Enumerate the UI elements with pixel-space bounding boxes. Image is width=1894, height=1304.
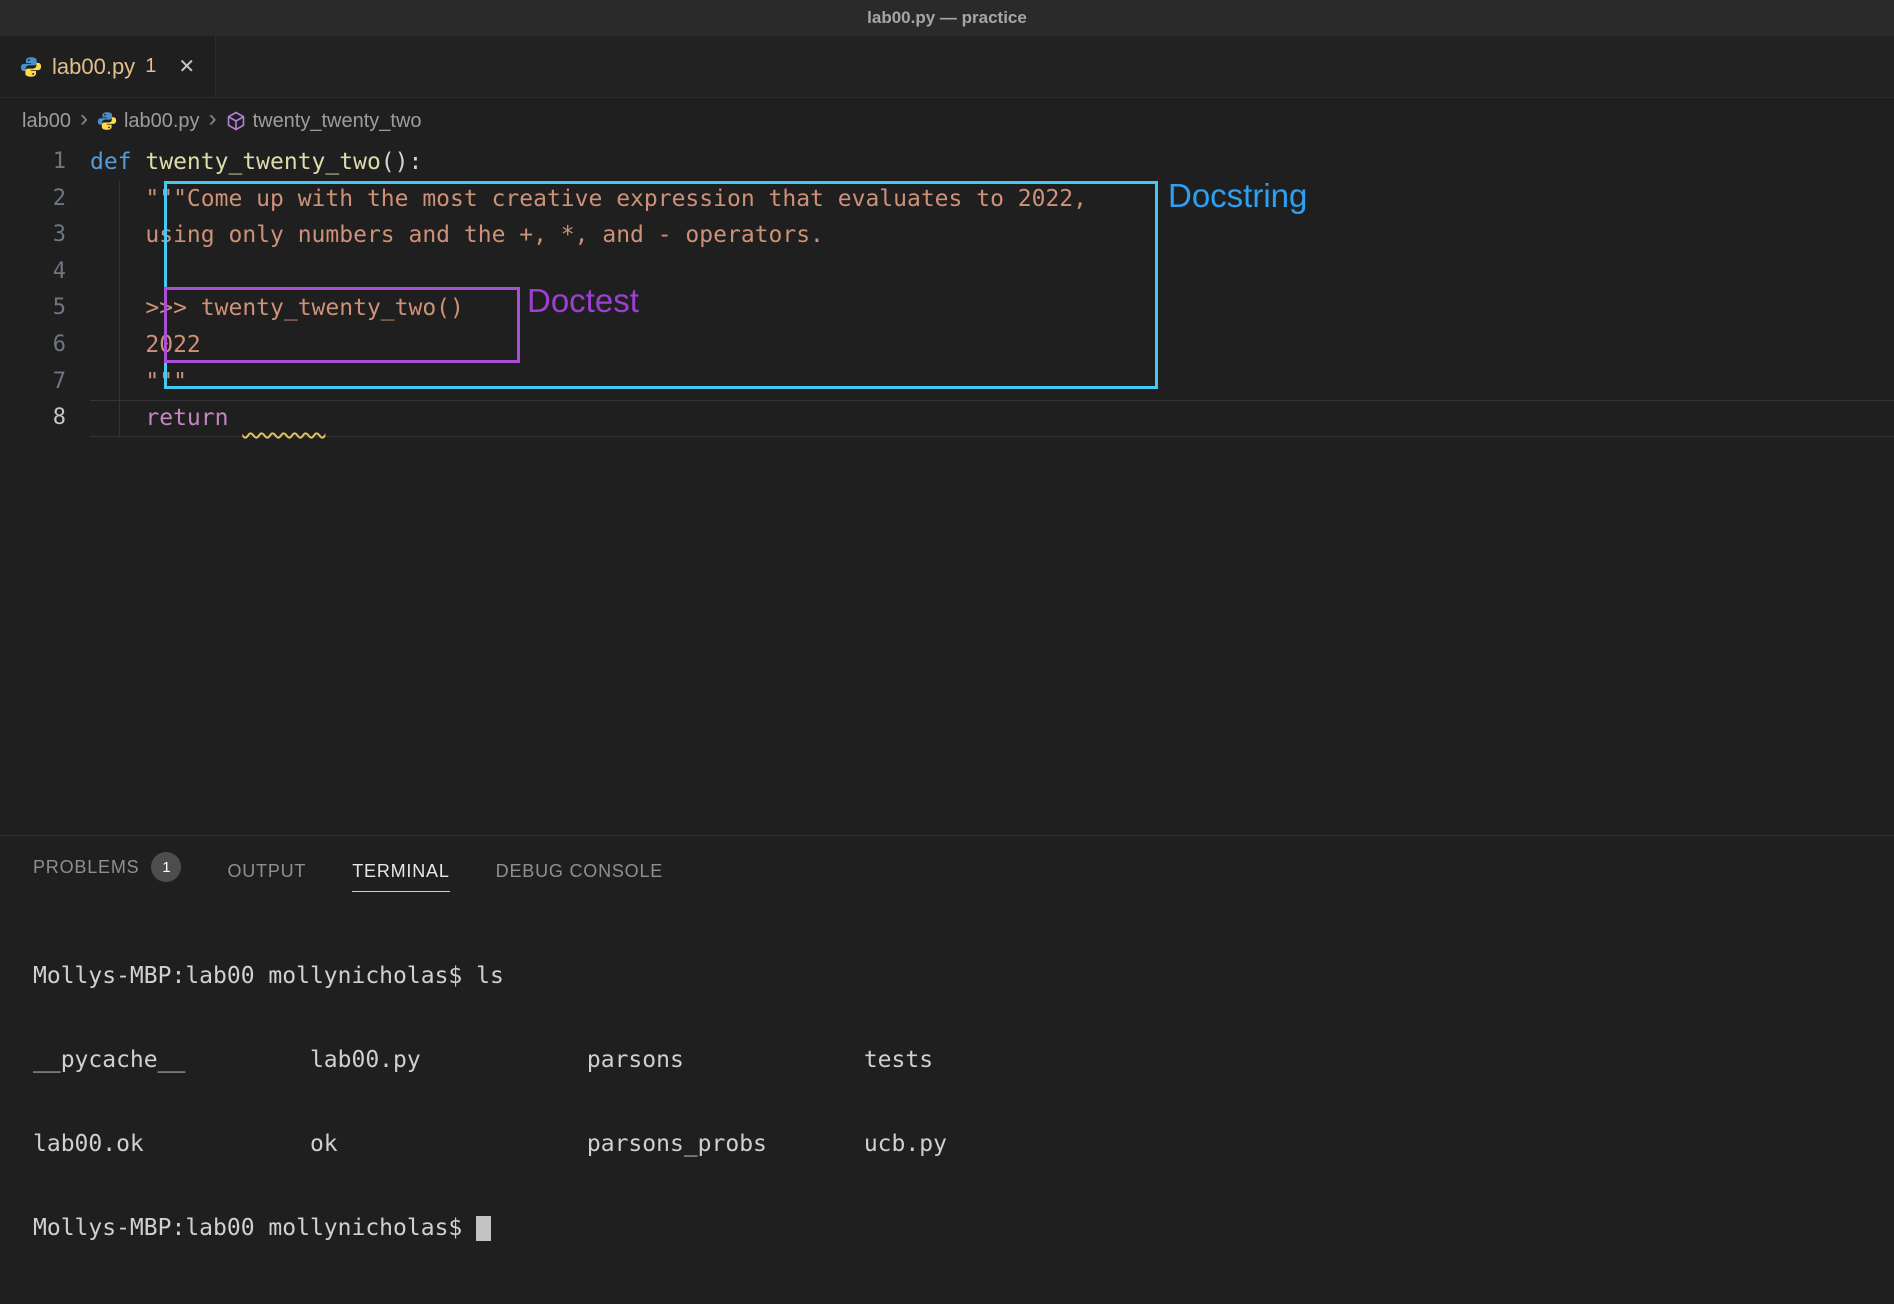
terminal-line: __pycache__ lab00.py parsons tests [33, 1046, 1894, 1074]
problems-count-badge: 1 [151, 852, 181, 882]
line-number: 6 [0, 327, 90, 364]
line-number: 5 [0, 290, 90, 327]
chevron-right-icon: › [209, 107, 217, 131]
terminal-prompt: Mollys-MBP:lab00 mollynicholas$ [33, 1215, 476, 1241]
tab-filename: lab00.py [52, 54, 135, 80]
editor-tab-bar: lab00.py 1 ✕ [0, 36, 1894, 98]
terminal-line: Mollys-MBP:lab00 mollynicholas$ ls [33, 962, 1894, 990]
python-icon [20, 56, 42, 78]
breadcrumb: lab00 › lab00.py › twenty_twenty_two [0, 98, 1894, 144]
tab-modified-badge: 1 [145, 55, 156, 78]
code-lines: 1def twenty_twenty_two():2 """Come up wi… [0, 144, 1894, 437]
code-text: using only numbers and the +, *, and - o… [90, 217, 1894, 254]
line-number: 8 [0, 400, 90, 437]
tab-terminal-label: TERMINAL [352, 861, 449, 882]
tab-lab00py[interactable]: lab00.py 1 ✕ [0, 36, 216, 97]
code-line[interactable]: 2 """Come up with the most creative expr… [0, 181, 1894, 218]
line-number: 7 [0, 364, 90, 401]
window-title-bar: lab00.py — practice [0, 0, 1894, 36]
code-text: """ [90, 364, 1894, 401]
code-line[interactable]: 6 2022 [0, 327, 1894, 364]
terminal[interactable]: Mollys-MBP:lab00 mollynicholas$ ls __pyc… [0, 892, 1894, 1298]
symbol-cube-icon [226, 111, 246, 131]
chevron-right-icon: › [80, 107, 88, 131]
code-text: """Come up with the most creative expres… [90, 181, 1894, 218]
breadcrumb-file[interactable]: lab00.py [97, 110, 200, 133]
code-line[interactable]: 4 [0, 254, 1894, 291]
tab-close-icon[interactable]: ✕ [178, 54, 195, 79]
code-line[interactable]: 7 """ [0, 364, 1894, 401]
breadcrumb-folder[interactable]: lab00 [22, 110, 71, 133]
window-title: lab00.py — practice [867, 8, 1027, 28]
tab-output[interactable]: OUTPUT [227, 861, 306, 892]
terminal-line: lab00.ok ok parsons_probs ucb.py [33, 1130, 1894, 1158]
code-text: return [90, 400, 1894, 437]
tab-debug-console[interactable]: DEBUG CONSOLE [496, 861, 663, 892]
code-text: def twenty_twenty_two(): [90, 144, 1894, 181]
code-line[interactable]: 8 return [0, 400, 1894, 437]
bottom-panel: PROBLEMS 1 OUTPUT TERMINAL DEBUG CONSOLE… [0, 835, 1894, 1303]
tab-problems[interactable]: PROBLEMS 1 [33, 852, 181, 892]
line-number: 3 [0, 217, 90, 254]
code-line[interactable]: 5 >>> twenty_twenty_two() [0, 290, 1894, 327]
line-number: 4 [0, 254, 90, 291]
line-number: 1 [0, 144, 90, 181]
terminal-cursor [476, 1216, 491, 1241]
code-text: 2022 [90, 327, 1894, 364]
code-line[interactable]: 1def twenty_twenty_two(): [0, 144, 1894, 181]
tab-problems-label: PROBLEMS [33, 857, 139, 878]
code-editor[interactable]: 1def twenty_twenty_two():2 """Come up wi… [0, 144, 1894, 835]
indent-guide [119, 181, 120, 437]
breadcrumb-symbol[interactable]: twenty_twenty_two [226, 110, 422, 133]
line-number: 2 [0, 181, 90, 218]
terminal-prompt-line: Mollys-MBP:lab00 mollynicholas$ [33, 1214, 1894, 1242]
code-line[interactable]: 3 using only numbers and the +, *, and -… [0, 217, 1894, 254]
python-icon [97, 111, 117, 131]
panel-tab-bar: PROBLEMS 1 OUTPUT TERMINAL DEBUG CONSOLE [0, 836, 1894, 892]
tab-debug-console-label: DEBUG CONSOLE [496, 861, 663, 882]
code-text [90, 254, 1894, 291]
tab-output-label: OUTPUT [227, 861, 306, 882]
code-text: >>> twenty_twenty_two() [90, 290, 1894, 327]
tab-terminal[interactable]: TERMINAL [352, 861, 449, 892]
